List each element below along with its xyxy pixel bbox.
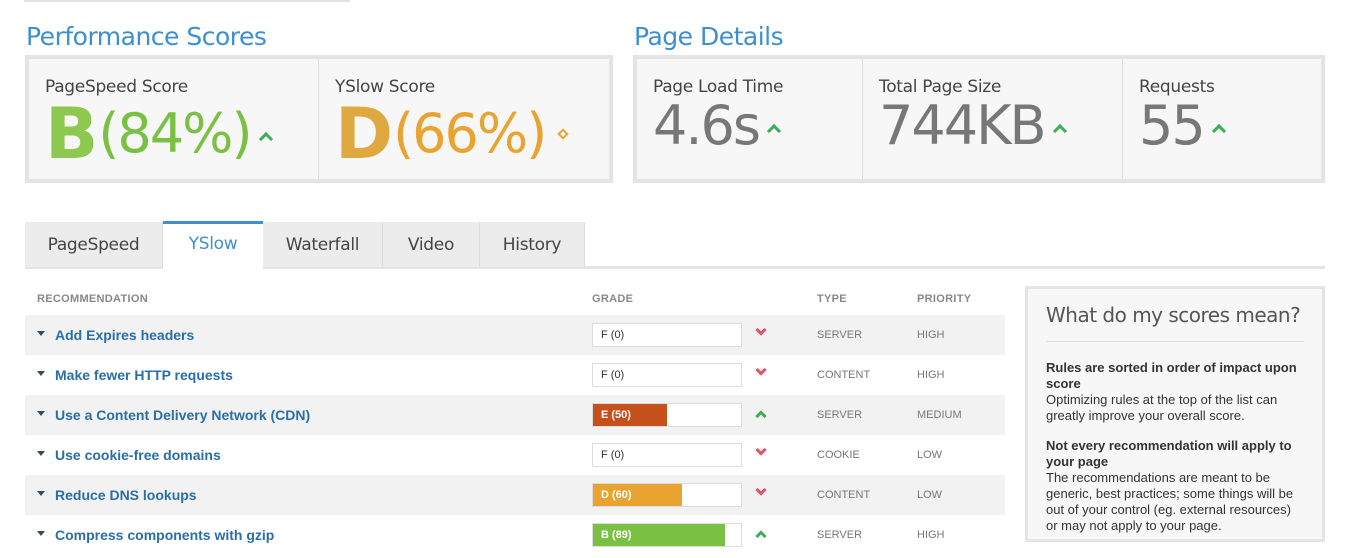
expand-caret-icon[interactable] <box>37 371 45 376</box>
trend-up-icon <box>755 530 767 542</box>
tab-pagespeed[interactable]: PageSpeed <box>25 222 163 267</box>
trend-down-icon <box>755 444 767 456</box>
trend-down-icon <box>755 364 767 376</box>
performance-scores-panel: PageSpeed Score B (84%) YSlow Score D (6… <box>25 55 613 183</box>
grade-text: F (0) <box>601 369 625 381</box>
yslow-score-box: YSlow Score D (66%) <box>319 59 609 179</box>
help-section-body: Optimizing rules at the top of the list … <box>1046 392 1278 423</box>
help-section: Not every recommendation will apply to y… <box>1046 438 1304 534</box>
tab-yslow[interactable]: YSlow <box>163 221 263 269</box>
table-row[interactable]: Compress components with gzip B (89) SERVE… <box>25 515 1005 555</box>
column-header-grade: GRADE <box>592 293 634 305</box>
performance-scores-title: Performance Scores <box>26 22 267 51</box>
expand-caret-icon[interactable] <box>37 411 45 416</box>
help-section-heading: Not every recommendation will apply to y… <box>1046 438 1292 469</box>
page-details-panel: Page Load Time 4.6s Total Page Size 744K… <box>633 55 1325 183</box>
expand-caret-icon[interactable] <box>37 531 45 536</box>
recommendation-link[interactable]: Use a Content Delivery Network (CDN) <box>55 407 310 423</box>
type-cell: CONTENT <box>817 369 871 381</box>
trend-up-icon <box>755 410 767 422</box>
requests-value-wrap: 55 <box>1139 94 1226 157</box>
priority-cell: HIGH <box>917 529 945 541</box>
table-row[interactable]: Reduce DNS lookups D (60) CONTENT LOW <box>25 475 1005 515</box>
priority-cell: LOW <box>917 449 943 461</box>
tab-waterfall[interactable]: Waterfall <box>263 222 383 267</box>
total-page-size-box: Total Page Size 744KB <box>863 59 1123 179</box>
grade-bar: F (0) <box>592 363 742 387</box>
table-row[interactable]: Use a Content Delivery Network (CDN) E (5… <box>25 395 1005 435</box>
help-section: Rules are sorted in order of impact upon… <box>1046 360 1304 424</box>
grade-text: F (0) <box>601 329 625 341</box>
pagespeed-grade-percent: (84%) <box>98 102 252 165</box>
recommendation-link[interactable]: Use cookie-free domains <box>55 447 221 463</box>
requests-value: 55 <box>1139 94 1206 157</box>
grade-bar: F (0) <box>592 323 742 347</box>
expand-caret-icon[interactable] <box>37 331 45 336</box>
total-page-size-value: 744KB <box>879 94 1047 157</box>
pagespeed-score-box: PageSpeed Score B (84%) <box>29 59 319 179</box>
type-cell: SERVER <box>817 329 863 341</box>
table-row[interactable]: Add Expires headers F (0) SERVER HIGH <box>25 315 1005 355</box>
grade-text: F (0) <box>601 449 625 461</box>
grade-bar: F (0) <box>592 443 742 467</box>
trend-up-icon <box>1052 123 1067 139</box>
priority-cell: HIGH <box>917 329 945 341</box>
trend-down-icon <box>755 324 767 336</box>
total-page-size-value-wrap: 744KB <box>879 94 1067 157</box>
trend-up-icon <box>1211 123 1226 139</box>
trend-unchanged-icon <box>557 128 569 140</box>
grade-bar: E (50) <box>592 403 742 427</box>
column-header-recommendation: RECOMMENDATION <box>37 293 148 305</box>
trend-down-icon <box>755 484 767 496</box>
grade-text: E (50) <box>601 409 631 421</box>
type-cell: COOKIE <box>817 449 860 461</box>
column-header-type: TYPE <box>817 293 847 305</box>
yslow-grade-percent: (66%) <box>393 102 547 165</box>
column-header-priority: PRIORITY <box>917 293 972 305</box>
priority-cell: HIGH <box>917 369 945 381</box>
yslow-grade-letter: D <box>335 93 393 175</box>
recommendation-link[interactable]: Add Expires headers <box>55 327 194 343</box>
grade-text: B (89) <box>601 529 632 541</box>
top-divider <box>24 0 350 2</box>
recommendation-link[interactable]: Make fewer HTTP requests <box>55 367 233 383</box>
table-row[interactable]: Use cookie-free domains F (0) COOKIE LOW <box>25 435 1005 475</box>
tab-video[interactable]: Video <box>383 222 480 267</box>
priority-cell: LOW <box>917 489 943 501</box>
page-details-title: Page Details <box>634 22 784 51</box>
trend-up-icon <box>766 123 782 139</box>
grade-bar: D (60) <box>592 483 742 507</box>
type-cell: SERVER <box>817 409 863 421</box>
trend-up-icon <box>258 131 273 147</box>
page-load-time-box: Page Load Time 4.6s <box>637 59 863 179</box>
scores-help-box: What do my scores mean? Rules are sorted… <box>1025 286 1325 542</box>
priority-cell: MEDIUM <box>917 409 962 421</box>
type-cell: CONTENT <box>817 489 871 501</box>
grade-text: D (60) <box>601 489 632 501</box>
grade-bar: B (89) <box>592 523 742 547</box>
yslow-score-value: D (66%) <box>335 93 569 175</box>
requests-box: Requests 55 <box>1123 59 1321 179</box>
table-row[interactable]: Make fewer HTTP requests F (0) CONTENT HIGH <box>25 355 1005 395</box>
help-section-heading: Rules are sorted in order of impact upon… <box>1046 360 1297 391</box>
page-load-time-value: 4.6s <box>653 94 761 157</box>
recommendation-link[interactable]: Reduce DNS lookups <box>55 487 197 503</box>
help-section-body: The recommendations are meant to be gene… <box>1046 470 1294 533</box>
expand-caret-icon[interactable] <box>37 491 45 496</box>
type-cell: SERVER <box>817 529 863 541</box>
expand-caret-icon[interactable] <box>37 451 45 456</box>
pagespeed-score-value: B (84%) <box>45 93 273 175</box>
page-load-time-value-wrap: 4.6s <box>653 94 782 157</box>
tab-history[interactable]: History <box>480 222 585 267</box>
pagespeed-grade-letter: B <box>45 93 98 175</box>
help-title: What do my scores mean? <box>1046 303 1304 342</box>
report-tabs: PageSpeed YSlow Waterfall Video History <box>25 221 1325 269</box>
recommendation-link[interactable]: Compress components with gzip <box>55 527 274 543</box>
